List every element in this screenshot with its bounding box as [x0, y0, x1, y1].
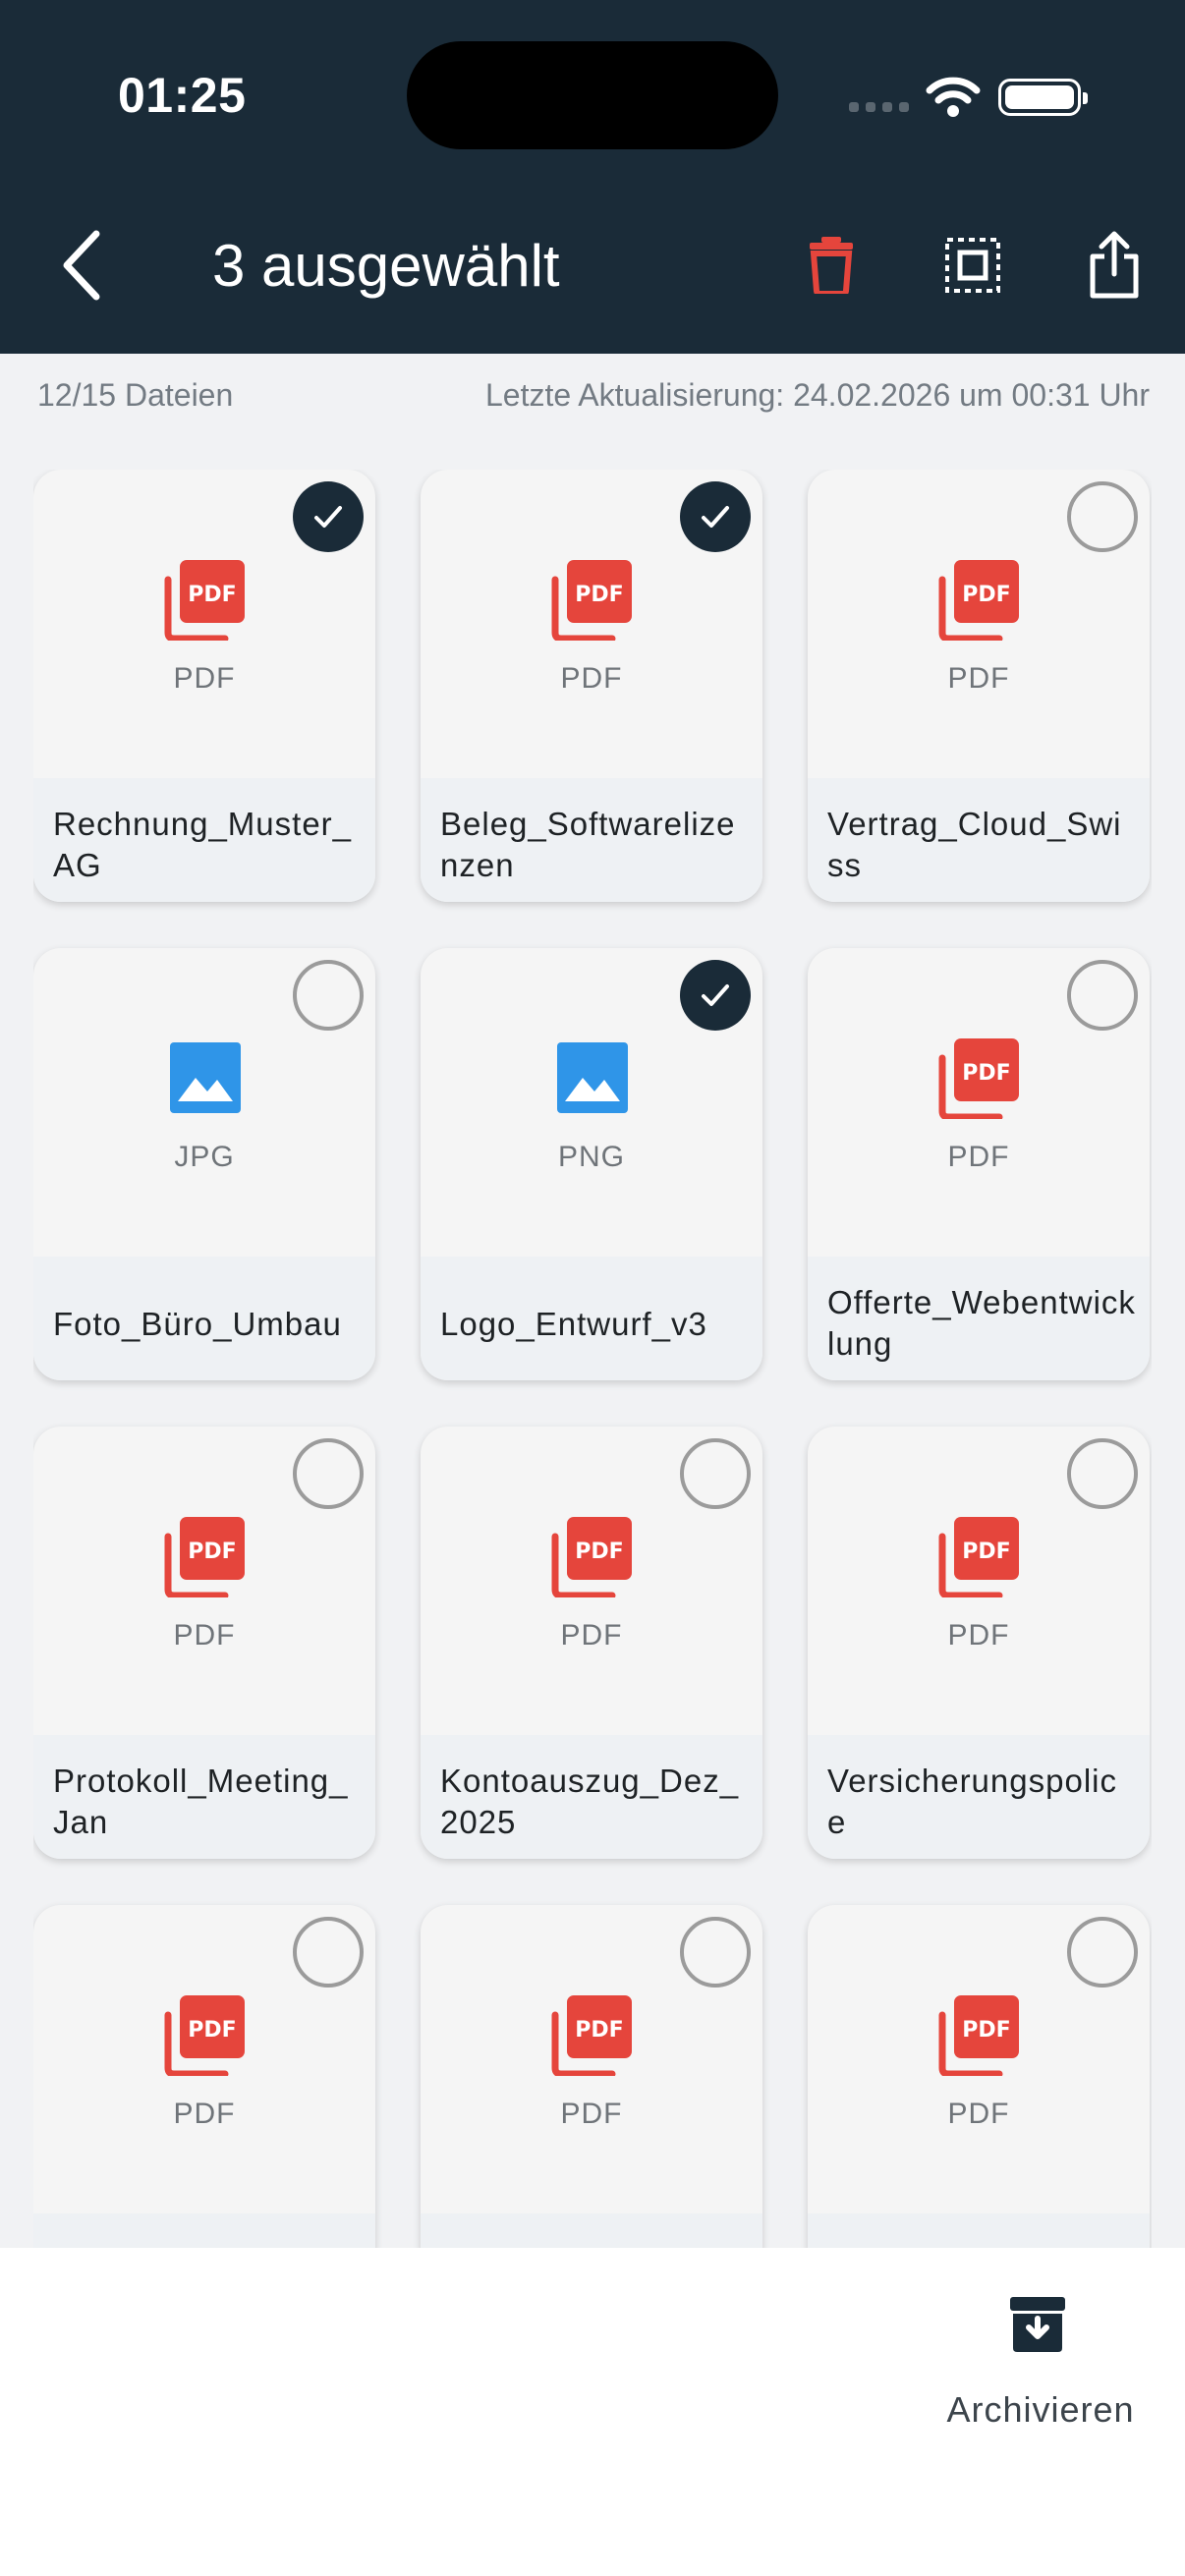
file-name: Versicherungspolice [827, 1763, 1117, 1840]
pdf-icon: PDF [164, 558, 247, 643]
file-type-label: PNG [557, 1141, 625, 1173]
wifi-icon [926, 77, 981, 117]
svg-text:PDF: PDF [962, 1540, 1010, 1564]
file-grid: PDF PDF Rechnung_Muster_AG PDF PDF Beleg_Soft… [33, 470, 1152, 2248]
checked-checkbox-icon[interactable] [680, 481, 751, 552]
pdf-icon: PDF [551, 1993, 634, 2078]
svg-text:PDF: PDF [962, 583, 1010, 607]
file-card[interactable]: PDF PDF Rechnung_Muster_AG [33, 470, 375, 902]
unchecked-checkbox-icon[interactable] [1067, 960, 1138, 1031]
pdf-icon: PDF [938, 1036, 1021, 1121]
file-type-label: PDF [560, 2098, 623, 2130]
file-info-row: 12/15 Dateien Letzte Aktualisierung: 24.… [37, 377, 1150, 414]
svg-text:PDF: PDF [962, 2018, 1010, 2043]
battery-icon [998, 79, 1088, 116]
file-name: Foto_Büro_Umbau [53, 1306, 342, 1342]
page-title: 3 ausgewählt [212, 233, 560, 299]
pdf-icon: PDF [164, 1993, 247, 2078]
app-header: 01:25 3 ausgewählt [0, 0, 1185, 354]
file-card[interactable]: JPG Foto_Büro_Umbau [33, 948, 375, 1380]
image-icon [551, 1036, 634, 1119]
file-name: Beleg_Softwarelizenzen [440, 806, 736, 883]
file-type-label: PDF [947, 662, 1010, 695]
pdf-icon: PDF [938, 1515, 1021, 1599]
svg-text:PDF: PDF [575, 583, 623, 607]
unchecked-checkbox-icon[interactable] [1067, 1438, 1138, 1509]
file-type-label: PDF [173, 2098, 236, 2130]
select-all-icon [945, 238, 1000, 293]
svg-text:PDF: PDF [188, 2018, 236, 2043]
pdf-icon: PDF [551, 558, 634, 643]
svg-text:PDF: PDF [962, 1061, 1010, 1086]
file-card-footer [808, 2213, 1150, 2248]
file-name: Logo_Entwurf_v3 [440, 1306, 707, 1342]
pdf-icon: PDF [938, 558, 1021, 643]
file-card[interactable]: PDF PDF Vertrag_Cloud_Swiss [808, 470, 1150, 902]
file-card-footer [421, 2213, 762, 2248]
unchecked-checkbox-icon[interactable] [1067, 481, 1138, 552]
file-name: Rechnung_Muster_AG [53, 806, 353, 883]
file-type-label: PDF [173, 662, 236, 695]
file-card[interactable]: PDF PDF [808, 1905, 1150, 2248]
file-type-label: PDF [947, 2098, 1010, 2130]
back-button[interactable] [55, 228, 110, 303]
file-type-label: JPG [174, 1141, 235, 1173]
file-card[interactable]: PDF PDF Protokoll_Meeting_Jan [33, 1427, 375, 1859]
pdf-icon: PDF [551, 1515, 634, 1599]
status-time: 01:25 [118, 68, 247, 123]
archive-icon [1010, 2297, 1065, 2352]
file-count: 12/15 Dateien [37, 377, 234, 413]
file-card[interactable]: PDF PDF Versicherungspolice [808, 1427, 1150, 1859]
file-card[interactable]: PDF PDF Offerte_Webentwicklung [808, 948, 1150, 1380]
file-name: Kontoauszug_Dez_2025 [440, 1763, 740, 1840]
cellular-signal-icon [849, 102, 909, 112]
file-card[interactable]: PDF PDF Beleg_Softwarelizenzen [421, 470, 762, 902]
bottom-action-bar: Archivieren [0, 2248, 1185, 2576]
file-type-label: PDF [560, 1619, 623, 1652]
archive-label: Archivieren [946, 2389, 1135, 2430]
unchecked-checkbox-icon[interactable] [293, 960, 364, 1031]
unchecked-checkbox-icon[interactable] [1067, 1917, 1138, 1988]
unchecked-checkbox-icon[interactable] [293, 1438, 364, 1509]
svg-text:PDF: PDF [575, 1540, 623, 1564]
file-name: Offerte_Webentwicklung [827, 1284, 1136, 1362]
file-type-label: PDF [947, 1141, 1010, 1173]
file-name: Vertrag_Cloud_Swiss [827, 806, 1122, 883]
unchecked-checkbox-icon[interactable] [680, 1438, 751, 1509]
archive-button[interactable]: Archivieren [928, 2295, 1154, 2442]
file-card[interactable]: PDF PDF Kontoauszug_Dez_2025 [421, 1427, 762, 1859]
file-card[interactable]: PDF PDF [421, 1905, 762, 2248]
checked-checkbox-icon[interactable] [293, 481, 364, 552]
select-all-button[interactable] [933, 226, 1012, 305]
image-icon [164, 1036, 247, 1119]
file-card[interactable]: PNG Logo_Entwurf_v3 [421, 948, 762, 1380]
share-button[interactable] [1075, 226, 1154, 305]
file-name: Protokoll_Meeting_Jan [53, 1763, 349, 1840]
file-card-footer [33, 2213, 375, 2248]
file-type-label: PDF [947, 1619, 1010, 1652]
file-card[interactable]: PDF PDF [33, 1905, 375, 2248]
pdf-icon: PDF [164, 1515, 247, 1599]
svg-text:PDF: PDF [188, 583, 236, 607]
last-updated: Letzte Aktualisierung: 24.02.2026 um 00:… [485, 377, 1150, 413]
trash-icon [810, 237, 853, 294]
svg-text:PDF: PDF [575, 2018, 623, 2043]
svg-text:PDF: PDF [188, 1540, 236, 1564]
delete-button[interactable] [792, 226, 871, 305]
file-type-label: PDF [173, 1619, 236, 1652]
unchecked-checkbox-icon[interactable] [293, 1917, 364, 1988]
checked-checkbox-icon[interactable] [680, 960, 751, 1031]
dynamic-island [407, 41, 778, 149]
unchecked-checkbox-icon[interactable] [680, 1917, 751, 1988]
pdf-icon: PDF [938, 1993, 1021, 2078]
file-type-label: PDF [560, 662, 623, 695]
share-icon [1090, 231, 1139, 299]
